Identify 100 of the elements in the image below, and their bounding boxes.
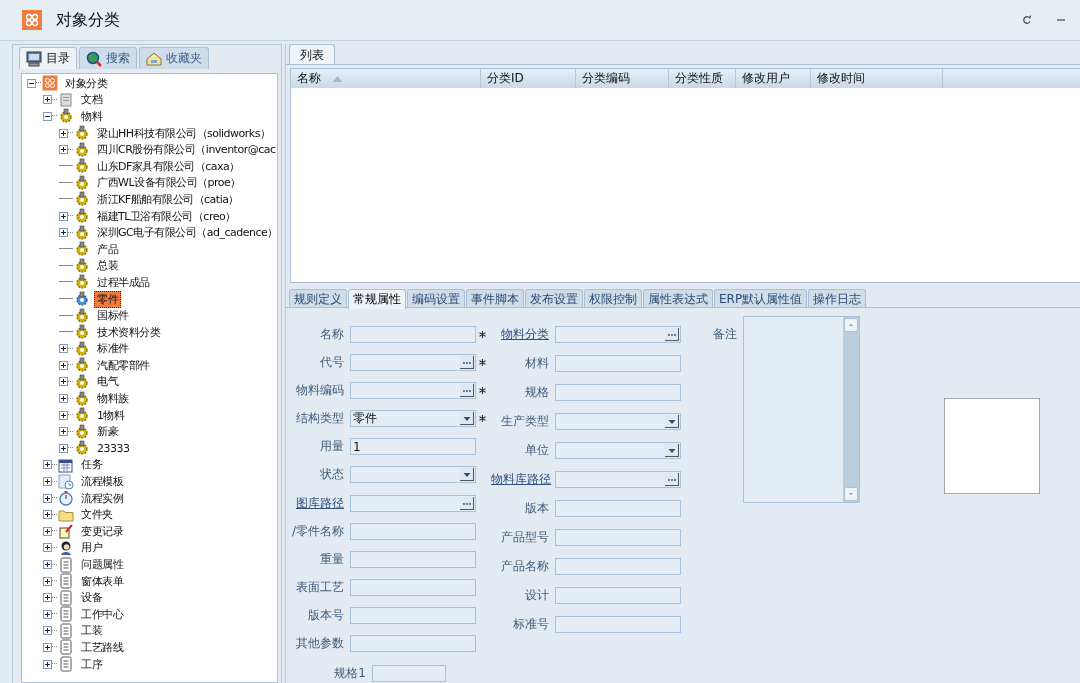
tree-item[interactable]: 设备: [78, 589, 105, 607]
column-header[interactable]: 分类ID: [481, 69, 576, 88]
input-field[interactable]: [372, 665, 446, 683]
detail-tab[interactable]: 编码设置: [407, 289, 465, 307]
expand-toggle[interactable]: [43, 477, 52, 487]
panel-tab[interactable]: 收藏夹: [139, 47, 209, 69]
refresh-icon[interactable]: [1022, 15, 1032, 25]
input-field[interactable]: [555, 384, 681, 401]
expand-toggle[interactable]: [59, 427, 68, 437]
ellipsis-icon[interactable]: [460, 383, 474, 397]
input-field[interactable]: [350, 635, 476, 653]
ellipsis-icon[interactable]: [460, 496, 474, 510]
tree-item[interactable]: 物料族: [94, 390, 132, 408]
input-field[interactable]: [350, 325, 476, 343]
detail-tab[interactable]: 发布设置: [525, 289, 583, 307]
expand-toggle[interactable]: [43, 543, 52, 553]
collapse-toggle[interactable]: [43, 112, 52, 121]
dropdown-field[interactable]: 零件: [350, 410, 476, 428]
tree-item[interactable]: 文件夹: [78, 506, 116, 524]
tree-item[interactable]: 工艺路线: [78, 639, 126, 656]
lookup-field[interactable]: [350, 381, 476, 399]
detail-tab[interactable]: 权限控制: [584, 289, 642, 307]
tree-item[interactable]: 1物料: [94, 406, 128, 424]
input-field[interactable]: [555, 616, 681, 633]
expand-toggle[interactable]: [59, 410, 68, 420]
column-header[interactable]: 修改用户: [736, 69, 811, 88]
caret-icon[interactable]: [460, 412, 474, 426]
column-header[interactable]: 分类编码: [576, 69, 669, 88]
expand-toggle[interactable]: [43, 460, 52, 470]
expand-toggle[interactable]: [59, 145, 68, 155]
lookup-field[interactable]: [350, 353, 476, 371]
tree-item[interactable]: 国标件: [94, 307, 132, 325]
input-field[interactable]: [555, 558, 681, 575]
caret-icon[interactable]: [665, 415, 679, 428]
tree-item[interactable]: 过程半成品: [94, 273, 153, 291]
tree-item[interactable]: 工序: [78, 655, 105, 673]
panel-tab[interactable]: 搜索: [79, 47, 137, 69]
expand-toggle[interactable]: [43, 95, 52, 105]
tree-item[interactable]: 任务: [78, 456, 105, 474]
input-field[interactable]: 1: [350, 438, 476, 456]
caret-icon[interactable]: [460, 468, 474, 482]
field-link[interactable]: 物料分类: [491, 326, 549, 343]
input-field[interactable]: [555, 500, 681, 517]
field-link[interactable]: 图库路径: [286, 494, 344, 512]
field-link[interactable]: 物料库路径: [491, 471, 549, 488]
tree-item[interactable]: 零件: [94, 290, 121, 308]
expand-toggle[interactable]: [59, 377, 68, 387]
dropdown-field[interactable]: [350, 466, 476, 484]
notes-field[interactable]: [743, 316, 860, 503]
ellipsis-icon[interactable]: [665, 473, 679, 486]
input-field[interactable]: [350, 522, 476, 540]
detail-tab[interactable]: 常规属性: [348, 289, 406, 309]
detail-tab[interactable]: 事件脚本: [466, 289, 524, 307]
tree-item[interactable]: 新豪: [94, 423, 121, 441]
expand-toggle[interactable]: [59, 128, 68, 138]
expand-toggle[interactable]: [43, 576, 52, 586]
input-field[interactable]: [555, 529, 681, 546]
tree-item[interactable]: 流程实例: [78, 489, 126, 507]
column-header[interactable]: 名称: [291, 69, 481, 88]
expand-toggle[interactable]: [43, 510, 52, 520]
tree-item[interactable]: 福建TL卫浴有限公司（creo）: [94, 207, 239, 225]
tree-item[interactable]: 标准件: [94, 340, 132, 358]
column-header[interactable]: 分类性质: [669, 69, 736, 88]
tree-item[interactable]: 浙江KF船舶有限公司（catia）: [94, 190, 242, 208]
expand-toggle[interactable]: [43, 659, 52, 669]
tree-item[interactable]: 广西WL设备有限公司（proe）: [94, 174, 244, 192]
list-tab[interactable]: 列表: [289, 44, 335, 64]
tree-item[interactable]: 总装: [94, 257, 121, 275]
tree-item[interactable]: 深圳GC电子有限公司（ad_cadence）: [94, 224, 277, 242]
tree-item[interactable]: 产品: [94, 240, 121, 258]
input-field[interactable]: [555, 587, 681, 604]
lookup-field[interactable]: [350, 494, 476, 512]
expand-toggle[interactable]: [59, 211, 68, 221]
expand-toggle[interactable]: [43, 493, 52, 503]
tree-item[interactable]: 四川CR股份有限公司（inventor@cac: [94, 141, 277, 159]
tree-item[interactable]: 变更记录: [78, 522, 126, 540]
input-field[interactable]: [350, 579, 476, 596]
input-field[interactable]: [555, 355, 681, 372]
tree-item[interactable]: 工装: [78, 622, 105, 640]
tree-item[interactable]: 物料: [78, 108, 105, 125]
expand-toggle[interactable]: [43, 626, 52, 636]
tree-item[interactable]: 用户: [78, 539, 105, 557]
caret-icon[interactable]: [665, 444, 679, 457]
lookup-field[interactable]: [555, 471, 681, 488]
tree-item[interactable]: 流程模板: [78, 473, 126, 491]
tree-item[interactable]: 窗体表单: [78, 572, 126, 590]
tree-item[interactable]: 文档: [78, 91, 105, 109]
detail-tab[interactable]: 规则定义: [289, 289, 347, 307]
detail-tab[interactable]: ERP默认属性值: [714, 289, 808, 307]
column-header[interactable]: 修改时间: [811, 69, 943, 88]
dropdown-field[interactable]: [555, 442, 681, 459]
expand-toggle[interactable]: [43, 609, 52, 619]
input-field[interactable]: [350, 550, 476, 568]
expand-toggle[interactable]: [43, 560, 52, 569]
detail-tab[interactable]: 操作日志: [808, 289, 867, 307]
tree-item[interactable]: 汽配零部件: [94, 356, 153, 374]
expand-toggle[interactable]: [59, 443, 68, 453]
collapse-toggle[interactable]: [27, 78, 36, 88]
expand-toggle[interactable]: [43, 643, 52, 652]
ellipsis-icon[interactable]: [460, 355, 474, 369]
